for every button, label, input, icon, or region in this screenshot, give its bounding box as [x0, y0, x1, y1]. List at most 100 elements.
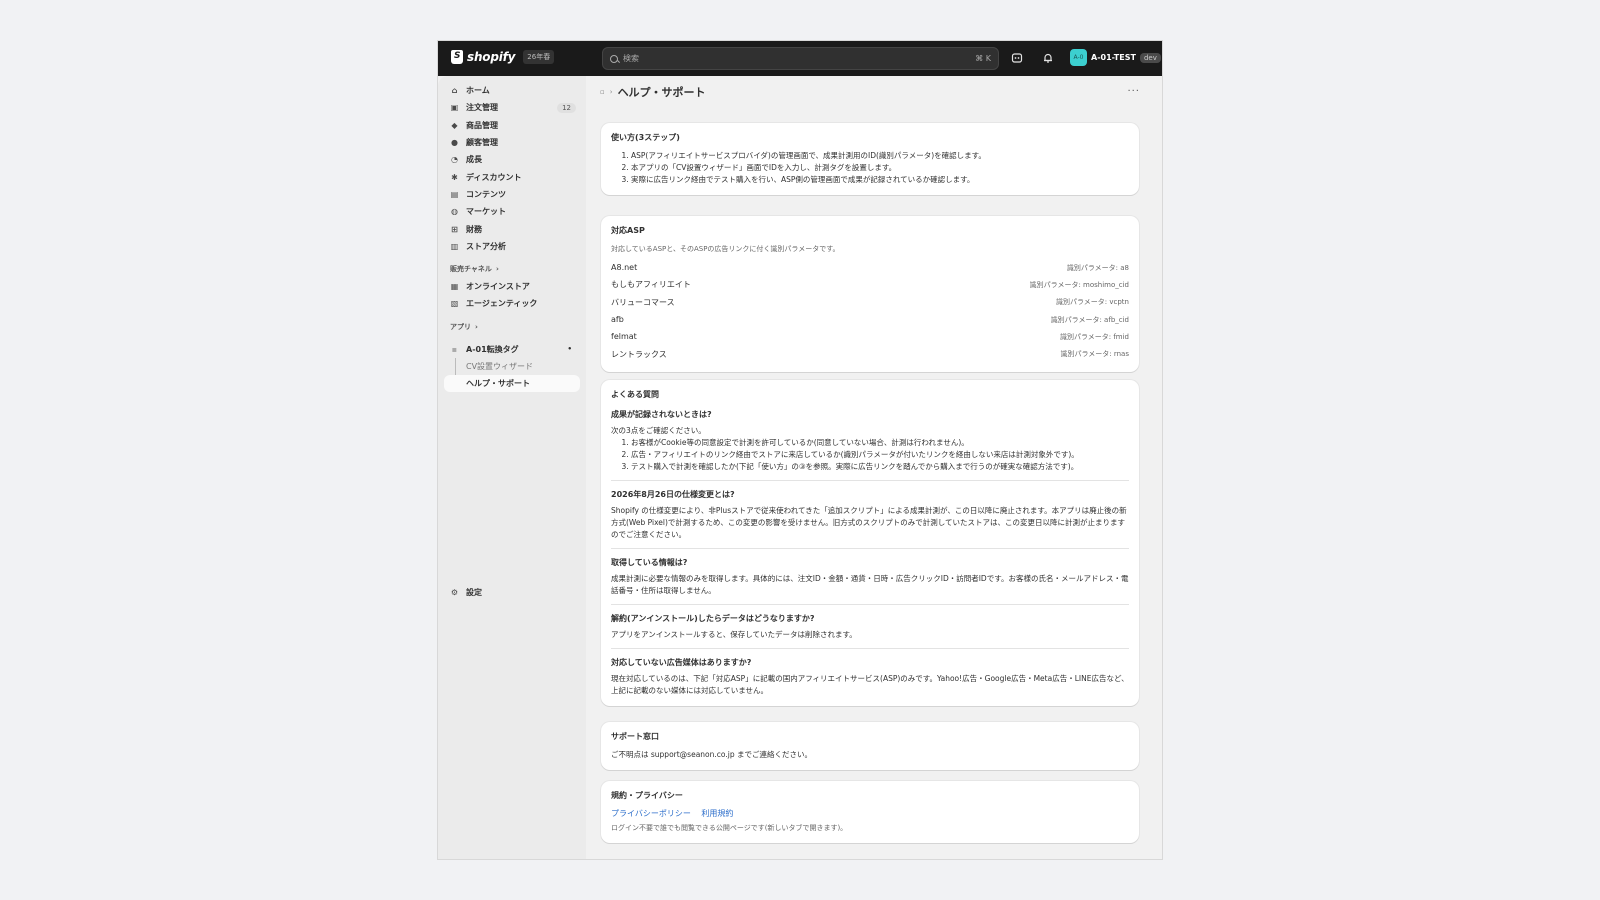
app-window: shopify 26年春 ⌘ K A-0 A-01-TEST dev ⌂ ホーム … — [437, 40, 1163, 860]
asp-description: 対応しているASPと、そのASPの広告リンクに付く識別パラメータです。 — [611, 245, 840, 253]
howto-card: 使い方(3ステップ) ASP(アフィリエイトサービスプロバイダ)の管理画面で、成… — [601, 123, 1139, 195]
faq-check-item: お客様がCookie等の同意設定で計測を許可しているか(同意していない場合、計測… — [631, 437, 1129, 449]
asp-name: afb — [611, 315, 624, 325]
sidebar-item-agentic[interactable]: ▧ エージェンティック — [444, 295, 580, 312]
support-title: サポート窓口 — [611, 732, 659, 741]
person-icon: ● — [451, 138, 458, 148]
asp-name: バリューコマース — [611, 297, 675, 307]
sidebar-item-label: ストア分析 — [466, 241, 506, 251]
app-breadcrumb-icon[interactable]: ▫ — [600, 88, 605, 96]
bell-icon[interactable] — [1042, 52, 1054, 64]
faq-checklist: お客様がCookie等の同意設定で計測を許可しているか(同意していない場合、計測… — [611, 437, 1129, 473]
privacy-policy-link[interactable]: プライバシーポリシー — [611, 809, 691, 818]
faq-question: 2026年8月26日の仕様変更とは? — [611, 490, 735, 499]
policy-note: ログイン不要で誰でも閲覧できる公開ページです(新しいタブで開きます)。 — [611, 824, 848, 832]
sidebar-settings: ⚙ 設定 — [444, 584, 580, 601]
sidebar-item-online-store[interactable]: ▦ オンラインストア — [444, 278, 580, 295]
faq-item: 取得している情報は? 成果計測に必要な情報のみを取得します。具体的には、注文ID… — [611, 557, 1129, 605]
asp-name: felmat — [611, 332, 637, 342]
more-actions-button[interactable]: ··· — [1127, 86, 1140, 97]
sales-channels-heading[interactable]: 販売チャネル › — [444, 261, 580, 278]
sidebar-item-app[interactable]: ▪ A-01転換タグ • — [444, 341, 580, 358]
terms-link[interactable]: 利用規約 — [701, 809, 733, 818]
sidebar-item-content[interactable]: ▤ コンテンツ — [444, 186, 580, 203]
faq-item: 2026年8月26日の仕様変更とは? Shopify の仕様変更により、非Plu… — [611, 489, 1129, 549]
store-avatar: A-0 — [1070, 49, 1087, 66]
howto-title: 使い方(3ステップ) — [611, 133, 680, 142]
discount-icon: ✱ — [451, 172, 458, 182]
sidebar-item-label: ホーム — [466, 86, 490, 96]
asp-card: 対応ASP 対応しているASPと、そのASPの広告リンクに付く識別パラメータです… — [601, 216, 1139, 372]
faq-check-item: テスト購入で計測を確認したか(下記「使い方」の③を参照。実際に広告リンクを踏んで… — [631, 461, 1129, 473]
page-header: ▫ › ヘルプ・サポート — [600, 84, 706, 100]
sidebar-item-label: 財務 — [466, 224, 482, 234]
faq-question: 解約(アンインストール)したらデータはどうなりますか? — [611, 614, 815, 623]
asp-name: もしもアフィリエイト — [611, 280, 691, 290]
chevron-right-icon: › — [495, 265, 499, 274]
search-bar[interactable]: ⌘ K — [602, 47, 999, 70]
faq-question: 成果が記録されないときは? — [611, 410, 712, 419]
faq-item: 成果が記録されないときは? 次の3点をご確認ください。 お客様がCookie等の… — [611, 409, 1129, 481]
sidebar-subitem-cv-wizard[interactable]: CV設置ウィザード — [444, 358, 580, 375]
pin-dot-icon: • — [567, 345, 572, 354]
sidebar-item-label: 商品管理 — [466, 120, 498, 130]
chart-icon: ▥ — [450, 241, 459, 251]
support-card: サポート窓口 ご不明点は support@seanon.co.jp までご連絡く… — [601, 722, 1139, 770]
sidebar-subitem-help-support[interactable]: ヘルプ・サポート — [444, 374, 580, 392]
faq-item: 対応していない広告媒体はありますか? 現在対応しているのは、下記「対応ASP」に… — [611, 657, 1129, 697]
home-icon: ⌂ — [451, 86, 458, 96]
asp-name: レントラックス — [611, 349, 667, 359]
top-bar: shopify 26年春 ⌘ K A-0 A-01-TEST dev — [438, 41, 1162, 76]
search-input[interactable] — [623, 54, 970, 63]
sidebar: ⌂ ホーム ▣ 注文管理 12 ◆ 商品管理 ● 顧客管理 ◔ 成長 ✱ ディスカウント ▤ コ… — [438, 76, 586, 859]
sidebar-item-label: 顧客管理 — [466, 138, 498, 148]
sidekick-icon[interactable] — [1011, 52, 1023, 64]
main-area: ⌂ ホーム ▣ 注文管理 12 ◆ 商品管理 ● 顧客管理 ◔ 成長 ✱ ディスカウント ▤ コ… — [438, 76, 1162, 859]
sidebar-item-label: 設定 — [466, 587, 482, 597]
content-icon: ▤ — [450, 189, 459, 199]
faq-title: よくある質問 — [611, 390, 659, 399]
apps-heading[interactable]: アプリ › — [444, 319, 580, 336]
sidebar-item-orders[interactable]: ▣ 注文管理 12 — [444, 99, 580, 116]
asp-param: 識別パラメータ: fmid — [1059, 332, 1129, 341]
asp-row: felmat 識別パラメータ: fmid — [611, 328, 1129, 345]
sidebar-item-settings[interactable]: ⚙ 設定 — [444, 584, 580, 601]
asp-row: バリューコマース 識別パラメータ: vcptn — [611, 294, 1129, 311]
orders-count-badge: 12 — [557, 102, 576, 113]
faq-answer: アプリをアンインストールすると、保存していたデータは削除されます。 — [611, 630, 857, 639]
sidebar-item-discounts[interactable]: ✱ ディスカウント — [444, 168, 580, 185]
sidebar-subitem-label: CV設置ウィザード — [466, 361, 534, 371]
faq-intro: 次の3点をご確認ください。 — [611, 426, 706, 435]
sidebar-item-label: 注文管理 — [466, 103, 498, 113]
policy-title: 規約・プライバシー — [611, 791, 683, 800]
asp-row: afb 識別パラメータ: afb_cid — [611, 311, 1129, 328]
sidebar-item-label: 成長 — [466, 155, 482, 165]
sidebar-item-finance[interactable]: ⊞ 財務 — [444, 220, 580, 237]
sidebar-item-home[interactable]: ⌂ ホーム — [444, 82, 580, 99]
faq-card: よくある質問 成果が記録されないときは? 次の3点をご確認ください。 お客様がC… — [601, 380, 1139, 706]
tag-icon: ◆ — [451, 120, 458, 130]
sidebar-item-growth[interactable]: ◔ 成長 — [444, 151, 580, 168]
store-menu[interactable]: A-0 A-01-TEST dev — [1070, 49, 1161, 66]
apps-label: アプリ — [450, 323, 471, 332]
faq-answer: 現在対応しているのは、下記「対応ASP」に記載の国内アフィリエイトサービス(AS… — [611, 674, 1129, 695]
search-icon — [610, 54, 618, 63]
asp-param: 識別パラメータ: a8 — [1066, 263, 1129, 272]
sidebar-item-customers[interactable]: ● 顧客管理 — [444, 134, 580, 151]
sidebar-item-label: オンラインストア — [466, 282, 530, 292]
app-icon: ▪ — [451, 344, 458, 354]
gauge-icon: ◔ — [451, 155, 458, 165]
shopify-bag-icon — [451, 50, 463, 64]
version-badge: 26年春 — [523, 50, 555, 64]
sidebar-item-markets[interactable]: ◍ マーケット — [444, 203, 580, 220]
chevron-right-icon: › — [609, 88, 613, 96]
page-title: ヘルプ・サポート — [617, 86, 706, 99]
shopify-logo[interactable]: shopify 26年春 — [451, 50, 555, 64]
asp-row: もしもアフィリエイト 識別パラメータ: moshimo_cid — [611, 276, 1129, 293]
asp-param: 識別パラメータ: afb_cid — [1050, 315, 1129, 324]
chevron-right-icon: › — [475, 323, 478, 332]
sidebar-item-products[interactable]: ◆ 商品管理 — [444, 117, 580, 134]
asp-param: 識別パラメータ: vcptn — [1056, 298, 1129, 307]
store-icon: ▦ — [450, 282, 459, 292]
sidebar-item-analytics[interactable]: ▥ ストア分析 — [444, 238, 580, 255]
